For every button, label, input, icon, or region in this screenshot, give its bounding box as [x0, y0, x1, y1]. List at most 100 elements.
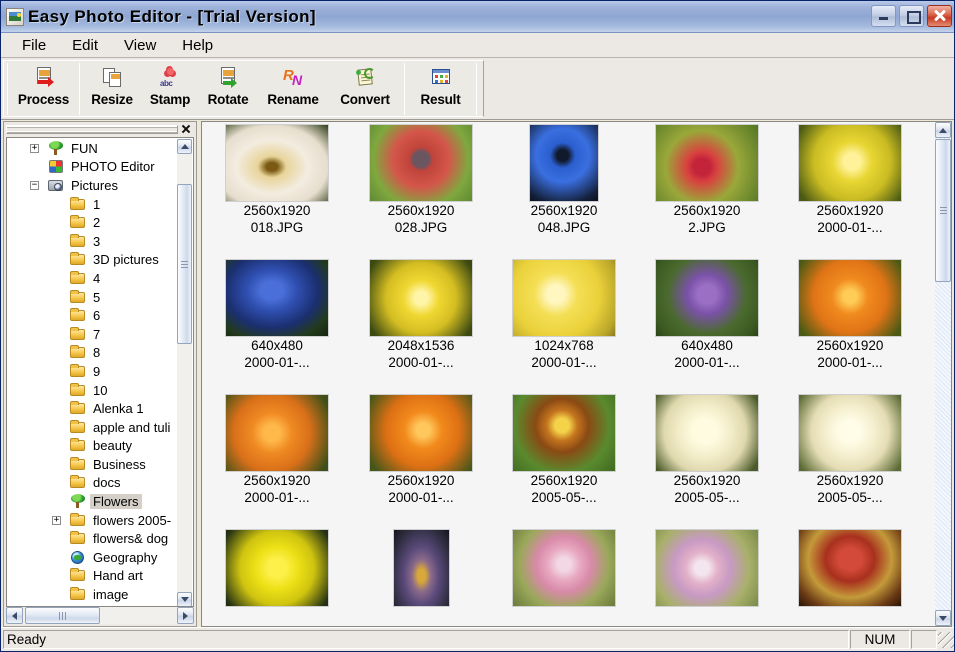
- resize-button[interactable]: Resize: [83, 61, 141, 114]
- view-scrollbar-thumb[interactable]: [935, 139, 951, 282]
- tree-expander[interactable]: −: [30, 181, 39, 190]
- tree-item-flowers-2005[interactable]: +flowers 2005-: [7, 511, 179, 530]
- thumbnail-cell[interactable]: 2560x19202000-01-...: [206, 394, 348, 529]
- result-button[interactable]: Result: [408, 61, 473, 114]
- tree-hscrollbar-thumb[interactable]: [25, 607, 100, 624]
- menu-item-help[interactable]: Help: [169, 35, 226, 56]
- tree-item-10[interactable]: 10: [7, 381, 179, 400]
- thumbnail-cell[interactable]: 640x4802000-01-...: [206, 259, 348, 394]
- tree-item-flowers[interactable]: Flowers: [7, 492, 179, 511]
- thumbnail-image[interactable]: [655, 124, 759, 202]
- thumbnail-cell[interactable]: 640x4802000-01-...: [636, 259, 778, 394]
- thumbnail-cell[interactable]: 2560x19202005-05-...: [493, 394, 635, 529]
- thumbnail-cell[interactable]: 2560x19202000-01-...: [779, 259, 921, 394]
- thumbnail-cell[interactable]: 2048x15362000-01-...: [350, 259, 492, 394]
- folder-icon: [69, 457, 86, 472]
- folder-tree-horizontal-scrollbar[interactable]: [6, 607, 194, 624]
- minimize-button[interactable]: [871, 5, 896, 27]
- tree-item-docs[interactable]: docs: [7, 474, 179, 493]
- tree-item-3d-pictures[interactable]: 3D pictures: [7, 251, 179, 270]
- tree-item-apple-and-tuli[interactable]: apple and tuli: [7, 418, 179, 437]
- thumbnail-image[interactable]: [655, 259, 759, 337]
- thumbnail-image[interactable]: [225, 394, 329, 472]
- tree-expander[interactable]: +: [52, 516, 61, 525]
- thumbnail-image[interactable]: [512, 394, 616, 472]
- menu-item-edit[interactable]: Edit: [59, 35, 111, 56]
- thumbnail-cell[interactable]: 2560x1920018.JPG: [206, 124, 348, 259]
- tree-item-alenka-1[interactable]: Alenka 1: [7, 399, 179, 418]
- thumbnail-image[interactable]: [225, 259, 329, 337]
- tree-item-9[interactable]: 9: [7, 362, 179, 381]
- tree-item-1[interactable]: 1: [7, 195, 179, 214]
- thumbnail-cell[interactable]: 2560x19202005-05-...: [779, 394, 921, 529]
- tree-scroll-down-button[interactable]: [177, 592, 192, 607]
- thumbnail-image[interactable]: [655, 529, 759, 607]
- tree-item-image[interactable]: image: [7, 585, 179, 604]
- thumbnail-image[interactable]: [369, 259, 473, 337]
- tree-item-photo-editor[interactable]: PHOTO Editor: [7, 158, 179, 177]
- thumbnail-image[interactable]: [512, 259, 616, 337]
- thumbnail-image[interactable]: [798, 124, 902, 202]
- tree-item-pictures[interactable]: −Pictures: [7, 176, 179, 195]
- thumbnail-image[interactable]: [529, 124, 599, 202]
- thumbnail-image[interactable]: [798, 259, 902, 337]
- panel-close-icon[interactable]: [181, 124, 192, 135]
- menu-item-view[interactable]: View: [111, 35, 169, 56]
- thumbnail-cell[interactable]: [636, 529, 778, 627]
- thumbnail-cell[interactable]: 2560x19202000-01-...: [350, 394, 492, 529]
- thumbnail-cell[interactable]: [350, 529, 492, 627]
- thumbnail-image[interactable]: [393, 529, 450, 607]
- stamp-button[interactable]: abc Stamp: [141, 61, 199, 114]
- tree-item-flowers-dog[interactable]: flowers& dog: [7, 529, 179, 548]
- panel-drag-handle[interactable]: [6, 125, 178, 134]
- thumbnail-image[interactable]: [798, 529, 902, 607]
- tree-scrollbar-thumb[interactable]: [177, 184, 192, 344]
- tree-item-4[interactable]: 4: [7, 269, 179, 288]
- view-scroll-up-button[interactable]: [935, 122, 951, 138]
- tree-scroll-right-button[interactable]: [177, 607, 194, 624]
- thumbnail-image[interactable]: [512, 529, 616, 607]
- folder-tree[interactable]: +FUNPHOTO Editor−Pictures1233D pictures4…: [7, 138, 179, 606]
- thumbnail-image[interactable]: [225, 124, 329, 202]
- tree-item-beauty[interactable]: beauty: [7, 437, 179, 456]
- process-button[interactable]: Process: [11, 61, 76, 114]
- thumbnail-cell[interactable]: [779, 529, 921, 627]
- rotate-button[interactable]: Rotate: [199, 61, 257, 114]
- tree-item-fun[interactable]: +FUN: [7, 139, 179, 158]
- tree-expander[interactable]: +: [30, 144, 39, 153]
- thumbnail-cell[interactable]: 2560x19202005-05-...: [636, 394, 778, 529]
- tree-item-geography[interactable]: Geography: [7, 548, 179, 567]
- tree-item-5[interactable]: 5: [7, 288, 179, 307]
- tree-item-business[interactable]: Business: [7, 455, 179, 474]
- tree-item-7[interactable]: 7: [7, 325, 179, 344]
- tree-item-8[interactable]: 8: [7, 344, 179, 363]
- tree-scroll-left-button[interactable]: [6, 607, 23, 624]
- thumbnail-cell[interactable]: [493, 529, 635, 627]
- thumbnail-image[interactable]: [798, 394, 902, 472]
- thumbnail-cell[interactable]: 1024x7682000-01-...: [493, 259, 635, 394]
- thumbnail-image[interactable]: [225, 529, 329, 607]
- close-button[interactable]: [927, 5, 952, 27]
- folder-tree-vertical-scrollbar[interactable]: [177, 139, 192, 607]
- thumbnail-vertical-scrollbar[interactable]: [935, 122, 951, 626]
- tree-item-6[interactable]: 6: [7, 306, 179, 325]
- thumbnail-cell[interactable]: 2560x19202000-01-...: [779, 124, 921, 259]
- thumbnail-cell[interactable]: 2560x1920028.JPG: [350, 124, 492, 259]
- convert-button[interactable]: Convert: [329, 61, 401, 114]
- thumbnail-cell[interactable]: [206, 529, 348, 627]
- tree-scroll-up-button[interactable]: [177, 139, 192, 154]
- thumbnail-image[interactable]: [369, 124, 473, 202]
- thumbnail-view[interactable]: 2560x1920018.JPG2560x1920028.JPG2560x192…: [201, 121, 952, 627]
- menu-item-file[interactable]: File: [9, 35, 59, 56]
- resize-grip-icon[interactable]: [938, 632, 954, 648]
- tree-item-2[interactable]: 2: [7, 213, 179, 232]
- thumbnail-image[interactable]: [655, 394, 759, 472]
- thumbnail-cell[interactable]: 2560x1920048.JPG: [493, 124, 635, 259]
- maximize-button[interactable]: [899, 5, 924, 27]
- thumbnail-cell[interactable]: 2560x19202.JPG: [636, 124, 778, 259]
- view-scroll-down-button[interactable]: [935, 610, 951, 626]
- tree-item-3[interactable]: 3: [7, 232, 179, 251]
- thumbnail-image[interactable]: [369, 394, 473, 472]
- tree-item-hand-art[interactable]: Hand art: [7, 567, 179, 586]
- rename-button[interactable]: RN Rename: [257, 61, 329, 114]
